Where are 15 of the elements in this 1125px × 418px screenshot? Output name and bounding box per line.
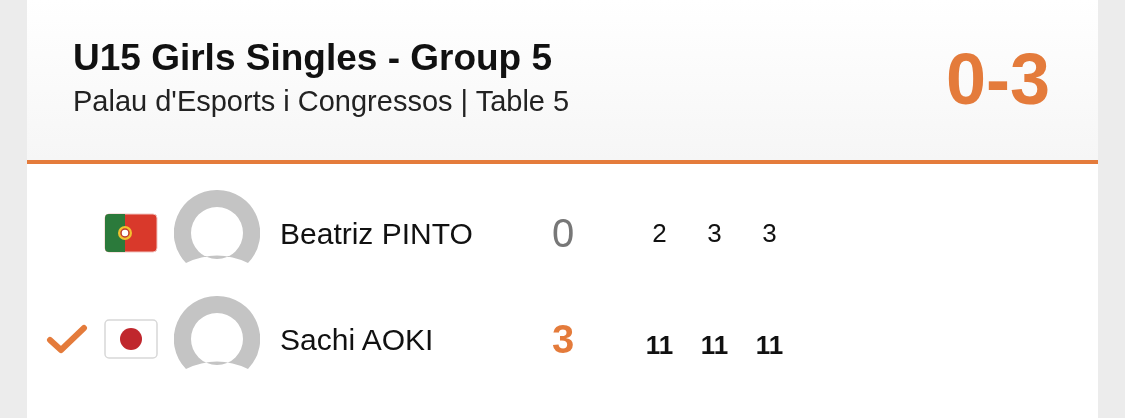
- set-score: 2: [651, 216, 668, 250]
- player-name: Beatriz PINTO: [280, 215, 474, 252]
- set-score: 11: [754, 328, 785, 362]
- set-score: 3: [761, 216, 778, 250]
- japan-flag-icon: [104, 319, 158, 359]
- portugal-flag-icon: [104, 213, 158, 253]
- games-won: 3: [552, 319, 576, 359]
- set-score: 3: [706, 216, 723, 250]
- venue-text: Palau d'Esports i Congressos | Table 5: [73, 84, 570, 119]
- games-won: 0: [552, 213, 576, 253]
- match-title: U15 Girls Singles - Group 5: [73, 35, 554, 80]
- player-name: Sachi AOKI: [280, 321, 435, 358]
- set-score: 11: [699, 328, 730, 362]
- match-score: 0-3: [945, 43, 1050, 115]
- set-score: 11: [644, 328, 675, 362]
